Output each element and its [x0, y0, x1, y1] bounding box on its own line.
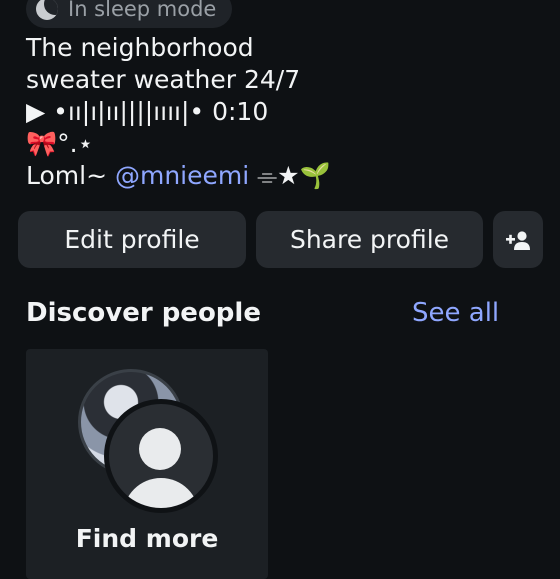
avatar-body [123, 478, 199, 508]
share-profile-button[interactable]: Share profile [256, 211, 483, 268]
sleep-mode-text: In sleep mode [68, 0, 217, 21]
bio-line-5-suffix: ⌯★🌱 [249, 161, 331, 190]
profile-actions: Edit profile Share profile [18, 211, 543, 268]
profile-bio: The neighborhood sweater weather 24/7 ▶ … [26, 32, 331, 192]
bio-line-5: Loml~ @mnieemi ⌯★🌱 [26, 160, 331, 192]
bio-line-1: The neighborhood [26, 33, 254, 62]
add-person-icon [506, 230, 530, 250]
sleep-mode-status[interactable]: In sleep mode [26, 0, 233, 28]
default-avatar [104, 399, 218, 513]
edit-profile-button[interactable]: Edit profile [18, 211, 246, 268]
find-more-label: Find more [75, 524, 219, 553]
edit-profile-label: Edit profile [64, 225, 200, 254]
see-all-link[interactable]: See all [412, 298, 499, 328]
bio-line-5-prefix: Loml~ [26, 161, 115, 190]
find-more-card[interactable]: Find more [26, 349, 268, 579]
bio-line-2: sweater weather 24/7 [26, 65, 301, 94]
share-profile-label: Share profile [289, 225, 450, 254]
moon-icon [36, 0, 58, 20]
mention-link[interactable]: @mnieemi [115, 161, 249, 190]
discover-people-title: Discover people [26, 298, 261, 328]
avatar-head [139, 428, 181, 470]
bio-line-4: 🎀°.⋆ [26, 129, 94, 158]
bio-line-3: ▶ •ıı|ı|ıı||||ıııı|• 0:10 [26, 97, 269, 126]
add-friend-button[interactable] [493, 211, 543, 268]
